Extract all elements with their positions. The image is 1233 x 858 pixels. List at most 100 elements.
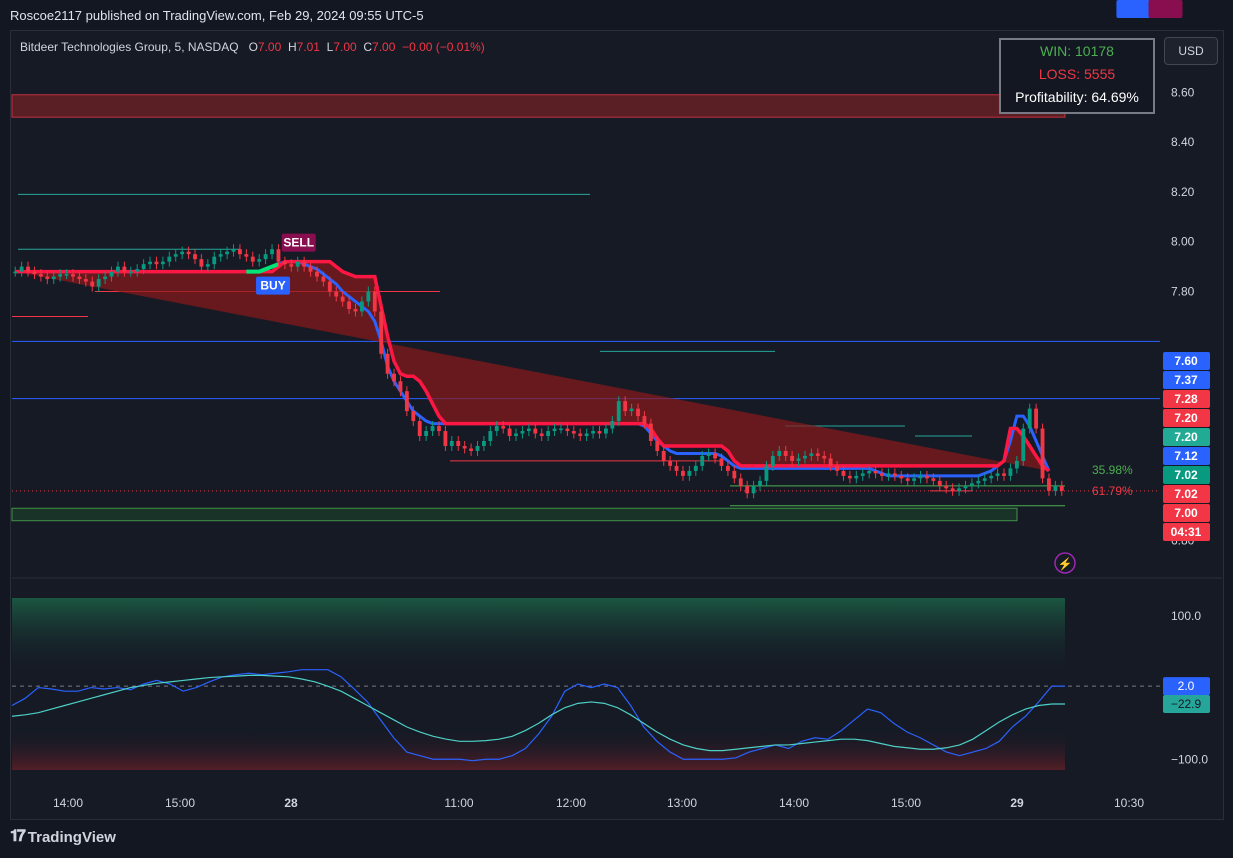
candle-body <box>828 458 833 466</box>
candle-body <box>514 433 518 437</box>
loss-count: LOSS: 5555 <box>1038 66 1116 82</box>
candle-body <box>803 455 807 459</box>
candle-body <box>1034 408 1039 429</box>
price-badge-label: 04:31 <box>1171 525 1202 539</box>
candle-body <box>360 301 364 312</box>
candle-body <box>681 470 685 476</box>
candle-body <box>700 455 705 466</box>
candle-body <box>469 448 474 451</box>
time-tick-label: 15:00 <box>891 796 921 810</box>
candle-body <box>1008 468 1013 476</box>
candle-body <box>250 256 255 262</box>
candle-body <box>238 249 242 255</box>
candle-body <box>539 433 544 437</box>
candle-body <box>559 428 563 431</box>
candle-body <box>668 460 673 466</box>
candle-body <box>160 261 165 265</box>
candle-body <box>462 445 467 449</box>
candle-body <box>809 453 814 456</box>
time-tick-label: 14:00 <box>779 796 809 810</box>
price-badge-label: 7.02 <box>1174 487 1198 501</box>
candle-body <box>1027 408 1032 429</box>
candle-body <box>770 455 775 466</box>
osc-badge-label: 2.0 <box>1178 679 1195 693</box>
candle-body <box>64 274 69 276</box>
time-tick-label: 29 <box>1010 796 1024 810</box>
time-tick-label: 11:00 <box>444 796 473 810</box>
candle-body <box>546 431 551 437</box>
candle-body <box>109 271 114 277</box>
candle-body <box>886 473 891 476</box>
tv-logo-text: TradingView <box>27 828 116 846</box>
candle-body <box>167 256 172 262</box>
candle-body <box>141 264 146 270</box>
candle-body <box>244 254 249 257</box>
candle-body <box>642 416 647 424</box>
candle-body <box>372 291 377 312</box>
candle-body <box>340 296 345 302</box>
candle-body <box>1053 485 1058 491</box>
candle-body <box>103 276 108 280</box>
candle-body <box>417 421 422 437</box>
candle-body <box>873 470 878 474</box>
ribbon-fill <box>15 261 1049 471</box>
candle-body <box>205 264 210 267</box>
price-badge-label: 7.60 <box>1174 354 1198 368</box>
candle-body <box>83 279 88 282</box>
candle-body <box>212 256 217 265</box>
candle-body <box>661 450 666 461</box>
candle-body <box>437 426 441 432</box>
candle-body <box>321 276 326 282</box>
tradingview-logo: 𝟏𝟕 TradingView <box>10 828 116 846</box>
candle-body <box>764 465 769 481</box>
candle-body <box>411 411 416 422</box>
tv-logo-icon: 𝟏𝟕 <box>10 828 26 845</box>
open-value: 7.00 <box>257 40 282 54</box>
candle-body <box>847 475 852 479</box>
candle-body <box>379 311 384 354</box>
time-tick-label: 14:00 <box>53 796 83 810</box>
candle-body <box>154 261 159 265</box>
price-badge-label: 7.00 <box>1174 506 1198 520</box>
candle-body <box>302 261 307 267</box>
price-tick-label: 8.00 <box>1171 235 1195 249</box>
oversold-zone <box>12 730 1065 770</box>
price-chart[interactable]: 8.608.408.208.007.806.80⚡100.0−100.014:0… <box>0 0 1233 858</box>
candle-body <box>860 473 865 476</box>
candle-body <box>674 465 679 471</box>
candle-body <box>193 254 197 260</box>
candle-body <box>777 450 782 456</box>
candle-body <box>71 274 75 277</box>
candle-body <box>969 483 974 486</box>
candle-body <box>745 485 750 494</box>
candle-body <box>257 259 262 262</box>
price-badge-label: 7.28 <box>1174 392 1198 406</box>
candle-body <box>295 261 300 267</box>
close-value: 7.00 <box>372 40 396 54</box>
candle-body <box>404 391 409 412</box>
candle-body <box>122 266 127 272</box>
time-tick-label: 12:00 <box>556 796 586 810</box>
candle-body <box>32 271 37 275</box>
symbol-name: Bitdeer Technologies Group, 5, NASDAQ <box>20 40 239 54</box>
candle-body <box>597 431 602 434</box>
osc-tick-label: −100.0 <box>1171 752 1208 766</box>
candle-body <box>565 428 570 432</box>
candle-body <box>26 266 30 272</box>
fib-percent-label: 35.98% <box>1092 463 1133 477</box>
candle-body <box>937 480 942 486</box>
candle-body <box>180 251 185 255</box>
candle-body <box>456 441 461 446</box>
candle-body <box>738 478 743 486</box>
candle-body <box>1014 460 1019 469</box>
time-tick-label: 15:00 <box>165 796 195 810</box>
symbol-legend: Bitdeer Technologies Group, 5, NASDAQ O7… <box>20 40 485 54</box>
resistance-zone <box>11 94 1066 118</box>
candle-body <box>989 475 994 479</box>
fib-percent-label: 61.79% <box>1092 484 1133 498</box>
candle-body <box>841 470 846 476</box>
currency-button[interactable]: USD <box>1164 37 1218 65</box>
candle-body <box>276 249 281 262</box>
overbought-zone <box>12 598 1065 674</box>
signal-label: SELL <box>283 236 314 250</box>
